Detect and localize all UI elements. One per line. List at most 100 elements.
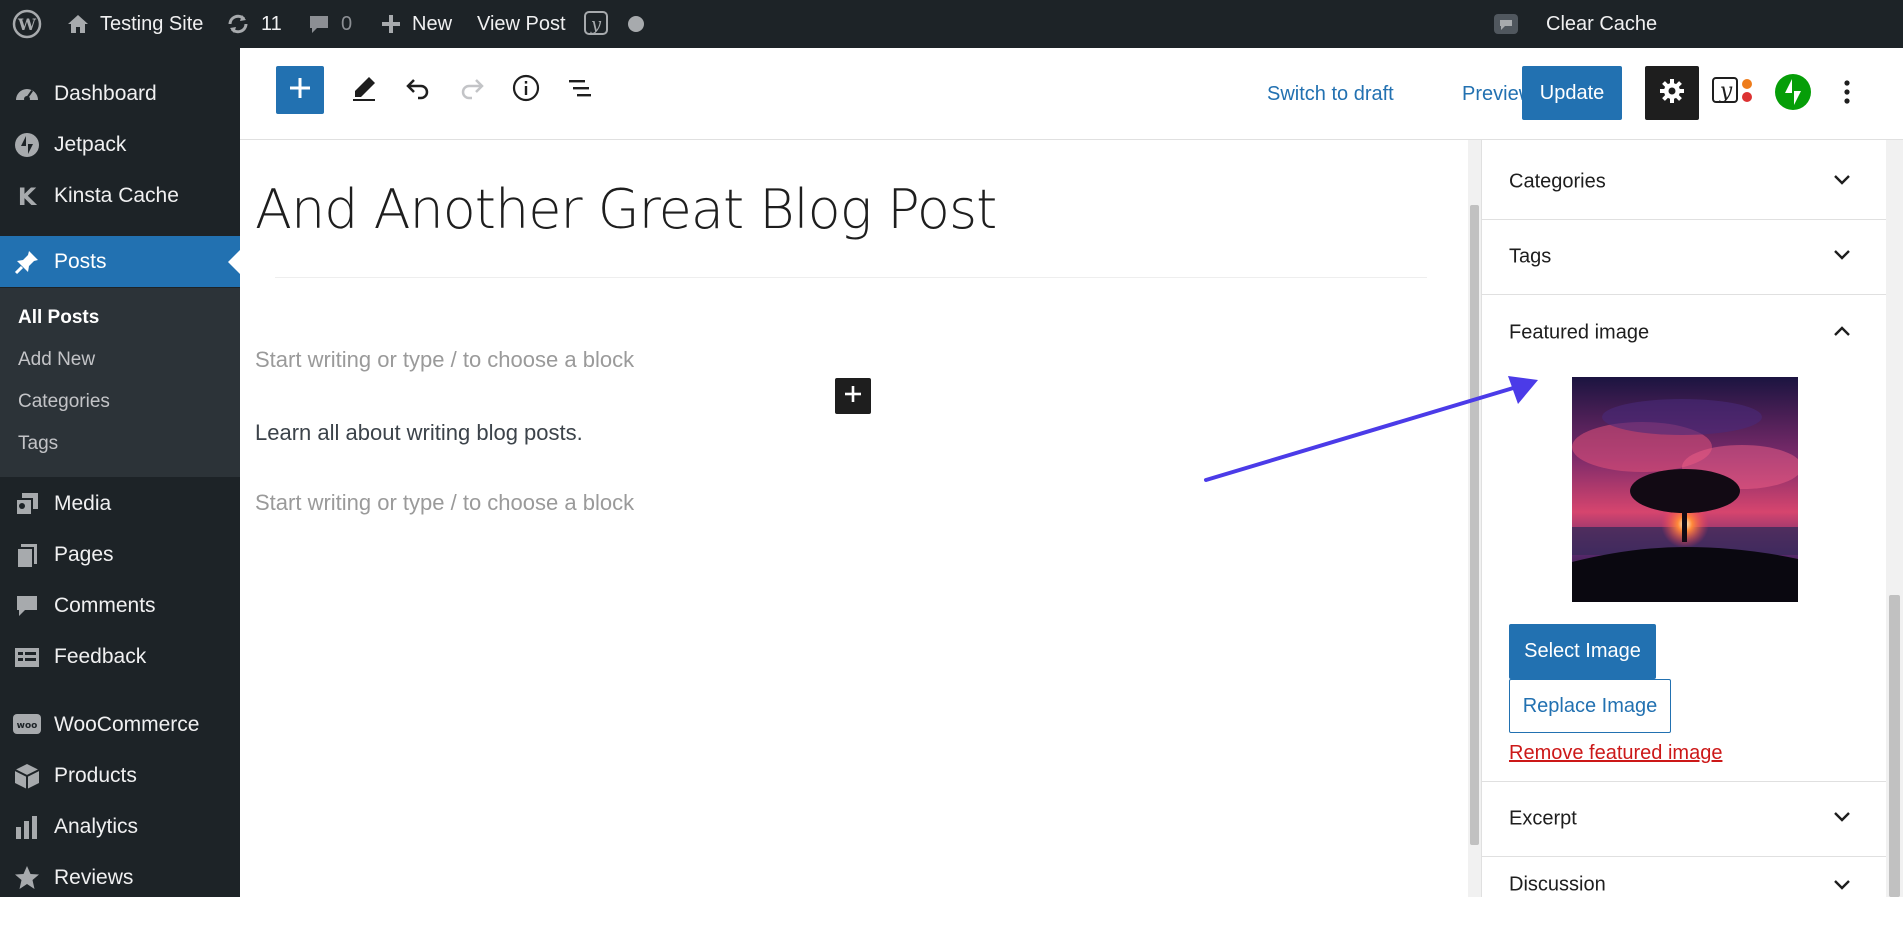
sidebar-item-label: Feedback: [54, 644, 147, 668]
empty-block-placeholder[interactable]: Start writing or type / to choose a bloc…: [255, 347, 634, 373]
sidebar-item-comments[interactable]: Comments: [0, 580, 240, 631]
discussion-panel-toggle[interactable]: Discussion: [1482, 857, 1887, 932]
sidebar-item-jetpack[interactable]: Jetpack: [0, 119, 240, 170]
sidebar-item-analytics[interactable]: Analytics: [0, 801, 240, 852]
sidebar-item-media[interactable]: Media: [0, 478, 240, 529]
star-icon: [12, 863, 42, 893]
redo-button[interactable]: [448, 66, 496, 114]
plus-icon: [288, 76, 312, 105]
switch-to-draft-button[interactable]: Switch to draft: [1267, 48, 1394, 140]
inline-block-inserter-button[interactable]: [835, 378, 871, 414]
panel-title: Featured image: [1509, 321, 1650, 343]
sidebar-item-products[interactable]: Products: [0, 750, 240, 801]
chevron-down-icon: [1833, 248, 1851, 266]
sidebar-item-label: Analytics: [54, 814, 139, 838]
wordpress-logo-icon[interactable]: W: [12, 0, 42, 48]
yoast-adminbar-icon[interactable]: y: [583, 0, 611, 48]
admin-bar: W Testing Site 11 0 New View Post y Clea…: [0, 0, 1903, 48]
chevron-down-icon: [1833, 173, 1851, 191]
paragraph-block[interactable]: Learn all about writing blog posts.: [255, 420, 583, 446]
svg-text:K: K: [18, 183, 38, 209]
comment-bubble-icon: [307, 12, 331, 36]
tags-panel-toggle[interactable]: Tags: [1482, 220, 1887, 295]
kinsta-cache-icon: [1492, 10, 1520, 38]
list-view-button[interactable]: [556, 66, 604, 114]
excerpt-panel-toggle[interactable]: Excerpt: [1482, 782, 1887, 857]
pages-icon: [12, 540, 42, 570]
remove-featured-image-link[interactable]: Remove featured image: [1509, 742, 1722, 765]
updates-link[interactable]: 11: [225, 0, 282, 48]
sidebar-item-dashboard[interactable]: Dashboard: [0, 68, 240, 119]
empty-block-placeholder[interactable]: Start writing or type / to choose a bloc…: [255, 490, 634, 516]
site-name-link[interactable]: Testing Site: [66, 0, 203, 48]
update-button[interactable]: Update: [1522, 66, 1622, 120]
yoast-icon: y: [1711, 74, 1759, 113]
comment-bubble-icon: [12, 591, 42, 621]
refresh-icon: [225, 11, 251, 37]
admin-sidebar: Dashboard Jetpack K Kinsta Cache Posts A…: [0, 48, 240, 897]
post-title[interactable]: And Another Great Blog Post: [255, 178, 997, 241]
sidebar-item-pages[interactable]: Pages: [0, 529, 240, 580]
settings-scrollbar-thumb[interactable]: [1889, 595, 1900, 897]
jetpack-bolt-icon: [1774, 73, 1812, 116]
info-icon: [511, 73, 541, 108]
sidebar-item-label: Jetpack: [54, 132, 127, 156]
undo-icon: [404, 74, 432, 107]
sidebar-item-reviews[interactable]: Reviews: [0, 852, 240, 903]
yoast-seo-button[interactable]: y: [1708, 68, 1762, 118]
settings-sidebar: Categories Tags Featured image Select Im…: [1481, 140, 1887, 897]
submenu-categories[interactable]: Categories: [18, 391, 110, 413]
dashboard-icon: [12, 79, 42, 109]
comments-link[interactable]: 0: [307, 0, 352, 48]
sidebar-item-feedback[interactable]: Feedback: [0, 631, 240, 682]
list-view-icon: [566, 74, 594, 107]
new-content-link[interactable]: New: [380, 0, 452, 48]
undo-button[interactable]: [394, 66, 442, 114]
kinsta-icon: K: [12, 181, 42, 211]
featured-image-panel-toggle[interactable]: Featured image: [1482, 295, 1887, 370]
sidebar-item-woocommerce[interactable]: woo WooCommerce: [0, 699, 240, 750]
clear-cache-label: Clear Cache: [1546, 12, 1658, 35]
woo-icon: woo: [12, 710, 42, 740]
categories-panel-toggle[interactable]: Categories: [1482, 145, 1887, 220]
home-icon: [66, 12, 90, 36]
new-label: New: [412, 12, 453, 35]
svg-text:y: y: [590, 14, 602, 35]
pushpin-icon: [12, 247, 42, 277]
sidebar-item-posts[interactable]: Posts: [0, 236, 240, 287]
svg-text:y: y: [1719, 79, 1733, 104]
plus-icon: [843, 384, 863, 409]
redo-icon: [458, 74, 486, 107]
vertical-ellipsis-icon: [1844, 79, 1850, 110]
clear-cache-link[interactable]: Clear Cache: [1492, 0, 1657, 48]
more-options-button[interactable]: [1832, 70, 1862, 118]
replace-image-button[interactable]: Replace Image: [1509, 679, 1671, 733]
tools-button[interactable]: [340, 66, 388, 114]
details-button[interactable]: [502, 66, 550, 114]
select-image-button[interactable]: Select Image: [1509, 624, 1656, 679]
submenu-all-posts[interactable]: All Posts: [18, 307, 99, 329]
chevron-down-icon: [1833, 878, 1851, 896]
sidebar-item-label: Reviews: [54, 865, 134, 889]
sidebar-item-label: Comments: [54, 593, 156, 617]
submenu-tags[interactable]: Tags: [18, 433, 58, 455]
panel-title: Discussion: [1509, 873, 1606, 896]
submenu-add-new[interactable]: Add New: [18, 349, 95, 371]
title-divider: [275, 277, 1427, 278]
annotation-arrow-icon: [1204, 376, 1538, 482]
settings-button[interactable]: [1645, 66, 1699, 120]
view-post-link[interactable]: View Post: [477, 0, 566, 48]
sidebar-item-label: Dashboard: [54, 81, 157, 105]
sidebar-item-kinsta-cache[interactable]: K Kinsta Cache: [0, 170, 240, 221]
panel-title: Excerpt: [1509, 807, 1577, 830]
canvas-scrollbar-thumb[interactable]: [1470, 205, 1479, 845]
sidebar-item-label: Products: [54, 763, 137, 787]
comments-count: 0: [341, 12, 353, 35]
block-inserter-button[interactable]: [276, 66, 324, 114]
view-post-label: View Post: [477, 12, 566, 35]
jetpack-button[interactable]: [1772, 73, 1814, 115]
featured-image-panel: Featured image Select Image Replace Imag…: [1482, 295, 1887, 782]
featured-image-preview[interactable]: [1572, 377, 1798, 602]
sidebar-item-label: Kinsta Cache: [54, 183, 179, 207]
sidebar-item-label: Pages: [54, 542, 114, 566]
